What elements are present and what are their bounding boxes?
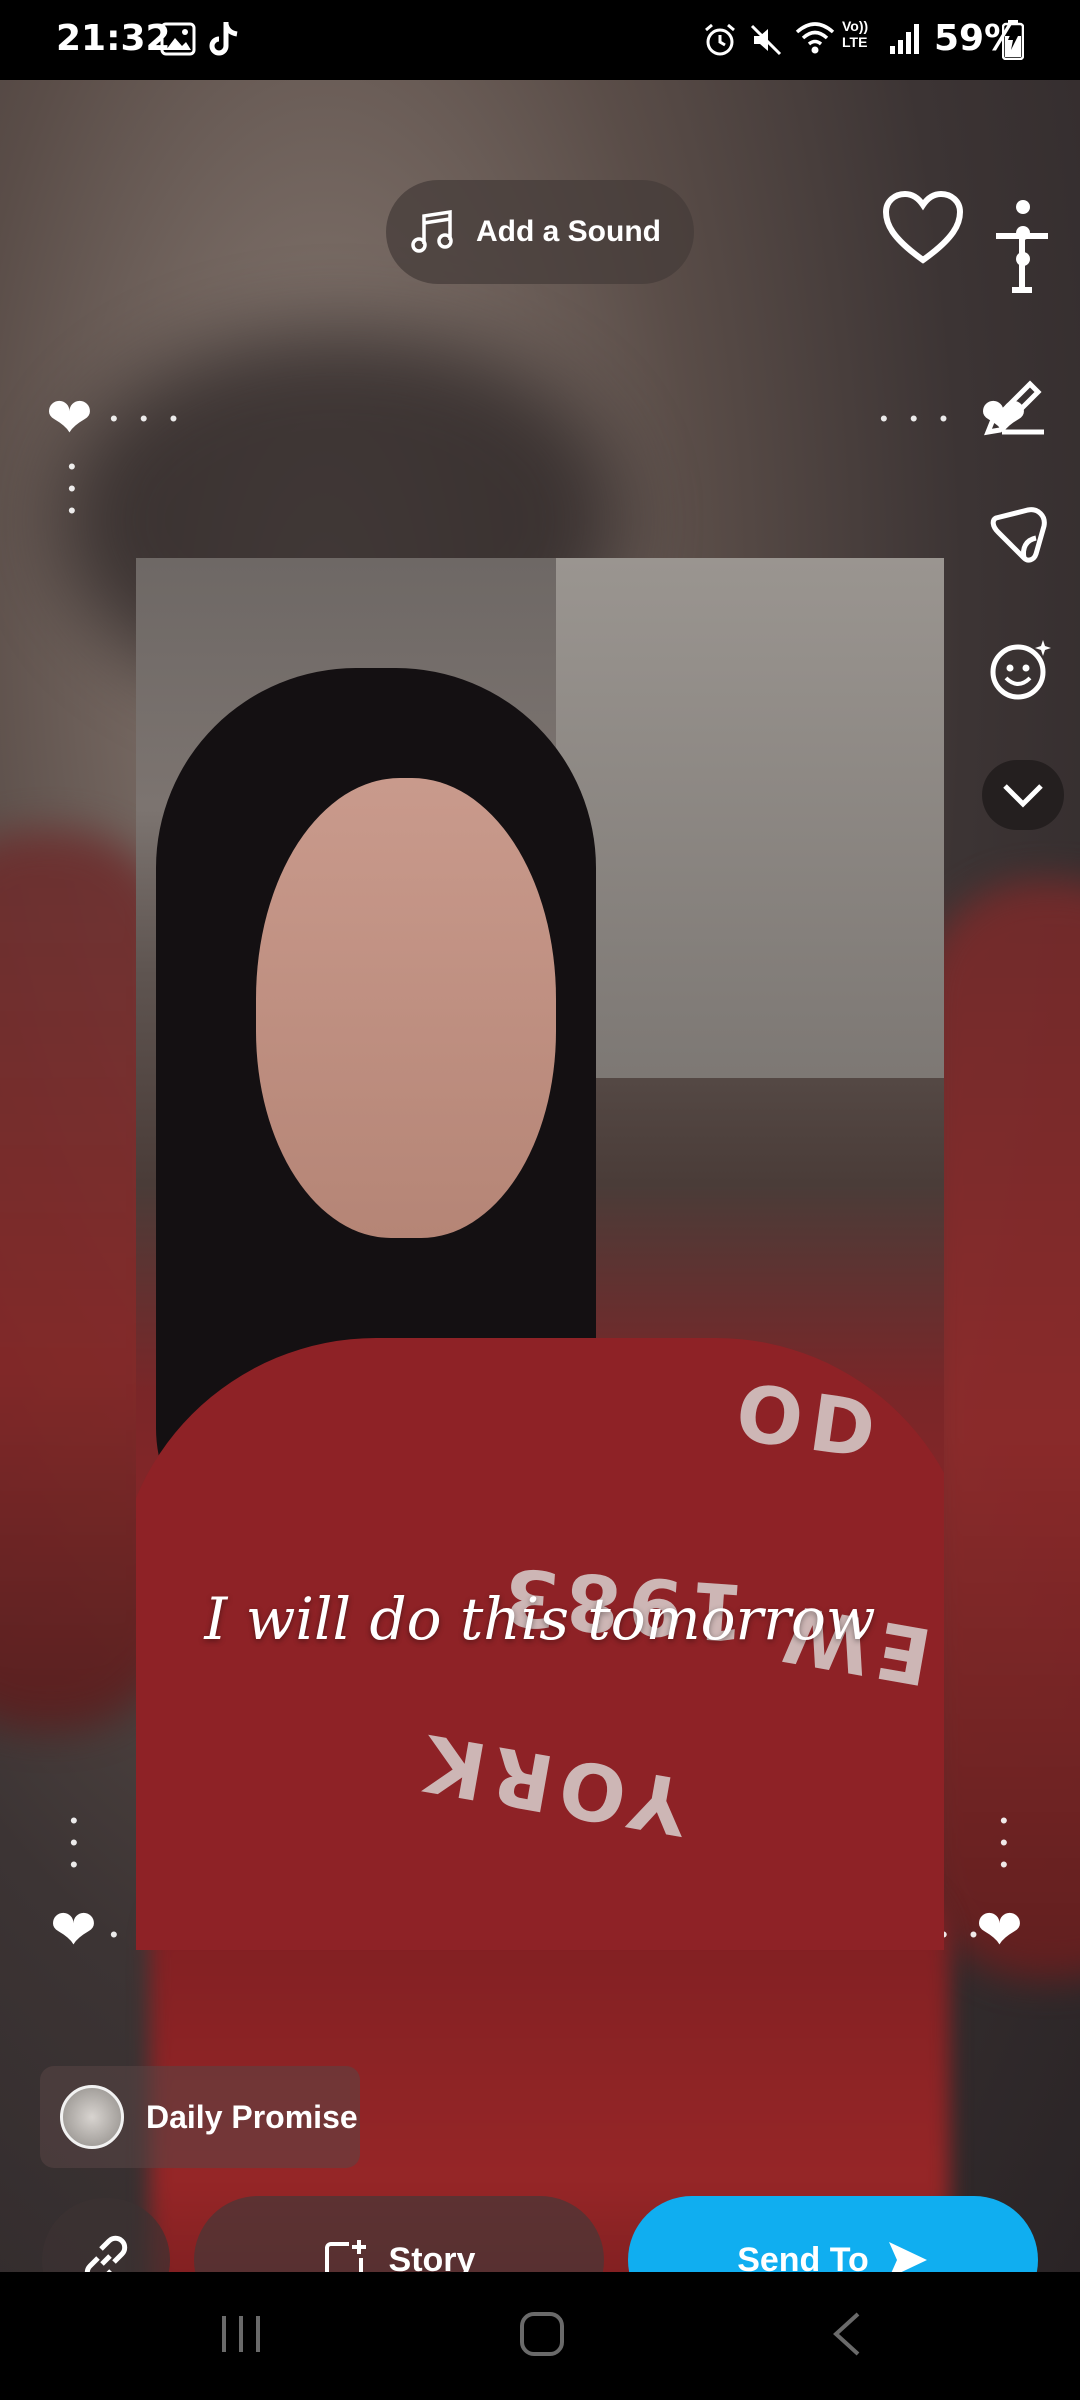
story-button[interactable]: Story — [194, 2196, 604, 2272]
back-button[interactable] — [828, 2310, 864, 2363]
chevron-down-icon — [1003, 784, 1043, 808]
text-tool-icon[interactable] — [992, 230, 1052, 299]
volte-label: Vo)) — [842, 18, 869, 34]
navigation-bar — [0, 2272, 1080, 2400]
expand-tools-button[interactable] — [982, 760, 1064, 830]
story-label: Story — [388, 2240, 476, 2273]
wifi-icon — [794, 20, 836, 61]
send-arrow-icon — [888, 2242, 927, 2272]
battery-charging-icon — [1001, 20, 1025, 65]
gallery-notification-icon — [160, 22, 196, 61]
volte-indicator: Vo)) LTE — [842, 18, 868, 50]
add-story-icon — [324, 2240, 366, 2272]
mute-icon — [748, 22, 784, 63]
dots-decoration-top-right: • • • — [880, 406, 956, 431]
daily-promise-avatar — [60, 2085, 124, 2149]
pen-tool-icon[interactable] — [982, 370, 1048, 441]
recent-apps-button[interactable] — [218, 2310, 264, 2363]
photo-face — [256, 778, 556, 1238]
dots-decoration-left-vertical: • • • — [68, 454, 84, 523]
dots-decoration-top-left: • • • — [110, 406, 186, 431]
send-to-button[interactable]: Send To — [628, 2196, 1038, 2272]
favorite-heart-icon[interactable] — [882, 190, 964, 271]
snap-caption[interactable]: I will do this tomorrow — [0, 1585, 1080, 1653]
emoji-lens-tool-icon[interactable] — [988, 636, 1054, 707]
link-icon — [84, 2235, 128, 2272]
music-note-icon — [411, 209, 453, 253]
home-button[interactable] — [518, 2310, 566, 2363]
dots-decoration-bottom-right-vertical: • • • — [1000, 1808, 1016, 1877]
alarm-icon — [702, 22, 738, 63]
heart-decoration-bottom-left: ❤ — [50, 1898, 97, 1961]
photo-background-wall — [556, 558, 944, 1078]
signal-icon — [888, 22, 922, 61]
send-to-label: Send To — [737, 2240, 869, 2273]
snap-photo: OD 1983 EW YORK — [136, 558, 944, 1950]
tiktok-notification-icon — [208, 20, 242, 63]
heart-decoration-top-left: ❤ — [46, 386, 93, 449]
dots-decoration-bottom-left-vertical: • • • — [70, 1808, 86, 1877]
sticker-tool-icon[interactable] — [988, 504, 1050, 571]
daily-promise-chip[interactable]: Daily Promise — [40, 2066, 360, 2168]
snap-canvas[interactable]: ❤ • • • ••• ❤ • • • ❤ • • • ••• ❤ • • • … — [0, 80, 1080, 2272]
add-sound-button[interactable]: Add a Sound — [386, 180, 694, 284]
lte-label: LTE — [842, 34, 868, 50]
status-bar: 21:32 Vo)) LTE 59% — [0, 0, 1080, 80]
add-sound-label: Add a Sound — [476, 215, 661, 248]
status-time: 21:32 — [56, 18, 171, 59]
daily-promise-label: Daily Promise — [146, 2098, 358, 2135]
